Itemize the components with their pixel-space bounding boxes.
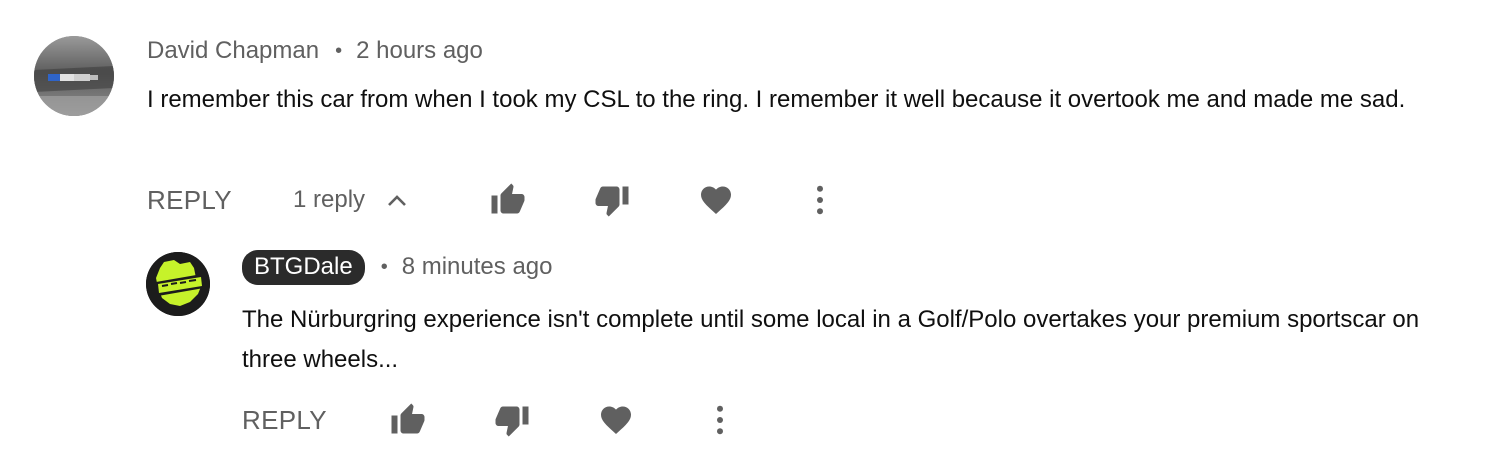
like-button[interactable]	[488, 180, 528, 220]
reply-text: The Nürburgring experience isn't complet…	[242, 306, 1420, 373]
avatar[interactable]	[146, 252, 210, 316]
thumbs-up-icon	[391, 403, 425, 434]
separator-dot: •	[380, 255, 388, 278]
heart-button[interactable]	[596, 400, 636, 440]
nurburgring-logo-avatar-icon	[146, 252, 210, 316]
comment-actions: REPLY 1 reply	[0, 180, 1496, 220]
avatar[interactable]	[34, 36, 114, 116]
comment-header: David Chapman • 2 hours ago	[147, 36, 483, 66]
dislike-button[interactable]	[492, 400, 532, 440]
reply-header: BTGDale • 8 minutes ago	[242, 249, 553, 285]
heart-icon	[701, 186, 731, 215]
replies-count-label: 1 reply	[293, 186, 366, 213]
reply-actions: REPLY	[0, 400, 1496, 440]
thumbs-up-icon	[491, 183, 525, 214]
dislike-button[interactable]	[592, 180, 632, 220]
author-name[interactable]: BTGDale	[242, 249, 365, 285]
hide-replies-toggle[interactable]: 1 reply	[293, 180, 407, 220]
thumbs-down-icon	[495, 406, 529, 437]
heart-button[interactable]	[696, 180, 736, 220]
chevron-up-icon	[388, 195, 406, 206]
comment-thread: David Chapman • 2 hours ago I remember t…	[0, 0, 1496, 230]
more-actions-button[interactable]	[700, 400, 740, 440]
reply-button[interactable]: REPLY	[147, 180, 232, 220]
reply-button[interactable]: REPLY	[242, 400, 327, 440]
author-name[interactable]: David Chapman	[147, 37, 319, 65]
like-button[interactable]	[388, 400, 428, 440]
more-vert-icon	[717, 405, 723, 435]
more-vert-icon	[817, 185, 823, 215]
thumbs-down-icon	[595, 186, 629, 217]
reply-timestamp[interactable]: 8 minutes ago	[402, 253, 553, 281]
comment-timestamp[interactable]: 2 hours ago	[356, 37, 483, 65]
separator-dot: •	[335, 39, 343, 62]
reply-comment: BTGDale • 8 minutes ago The Nürburgring …	[0, 240, 1496, 472]
more-actions-button[interactable]	[800, 180, 840, 220]
heart-icon	[601, 406, 631, 435]
car-badge-avatar-icon	[34, 36, 114, 116]
comment-text: I remember this car from when I took my …	[147, 86, 1406, 113]
